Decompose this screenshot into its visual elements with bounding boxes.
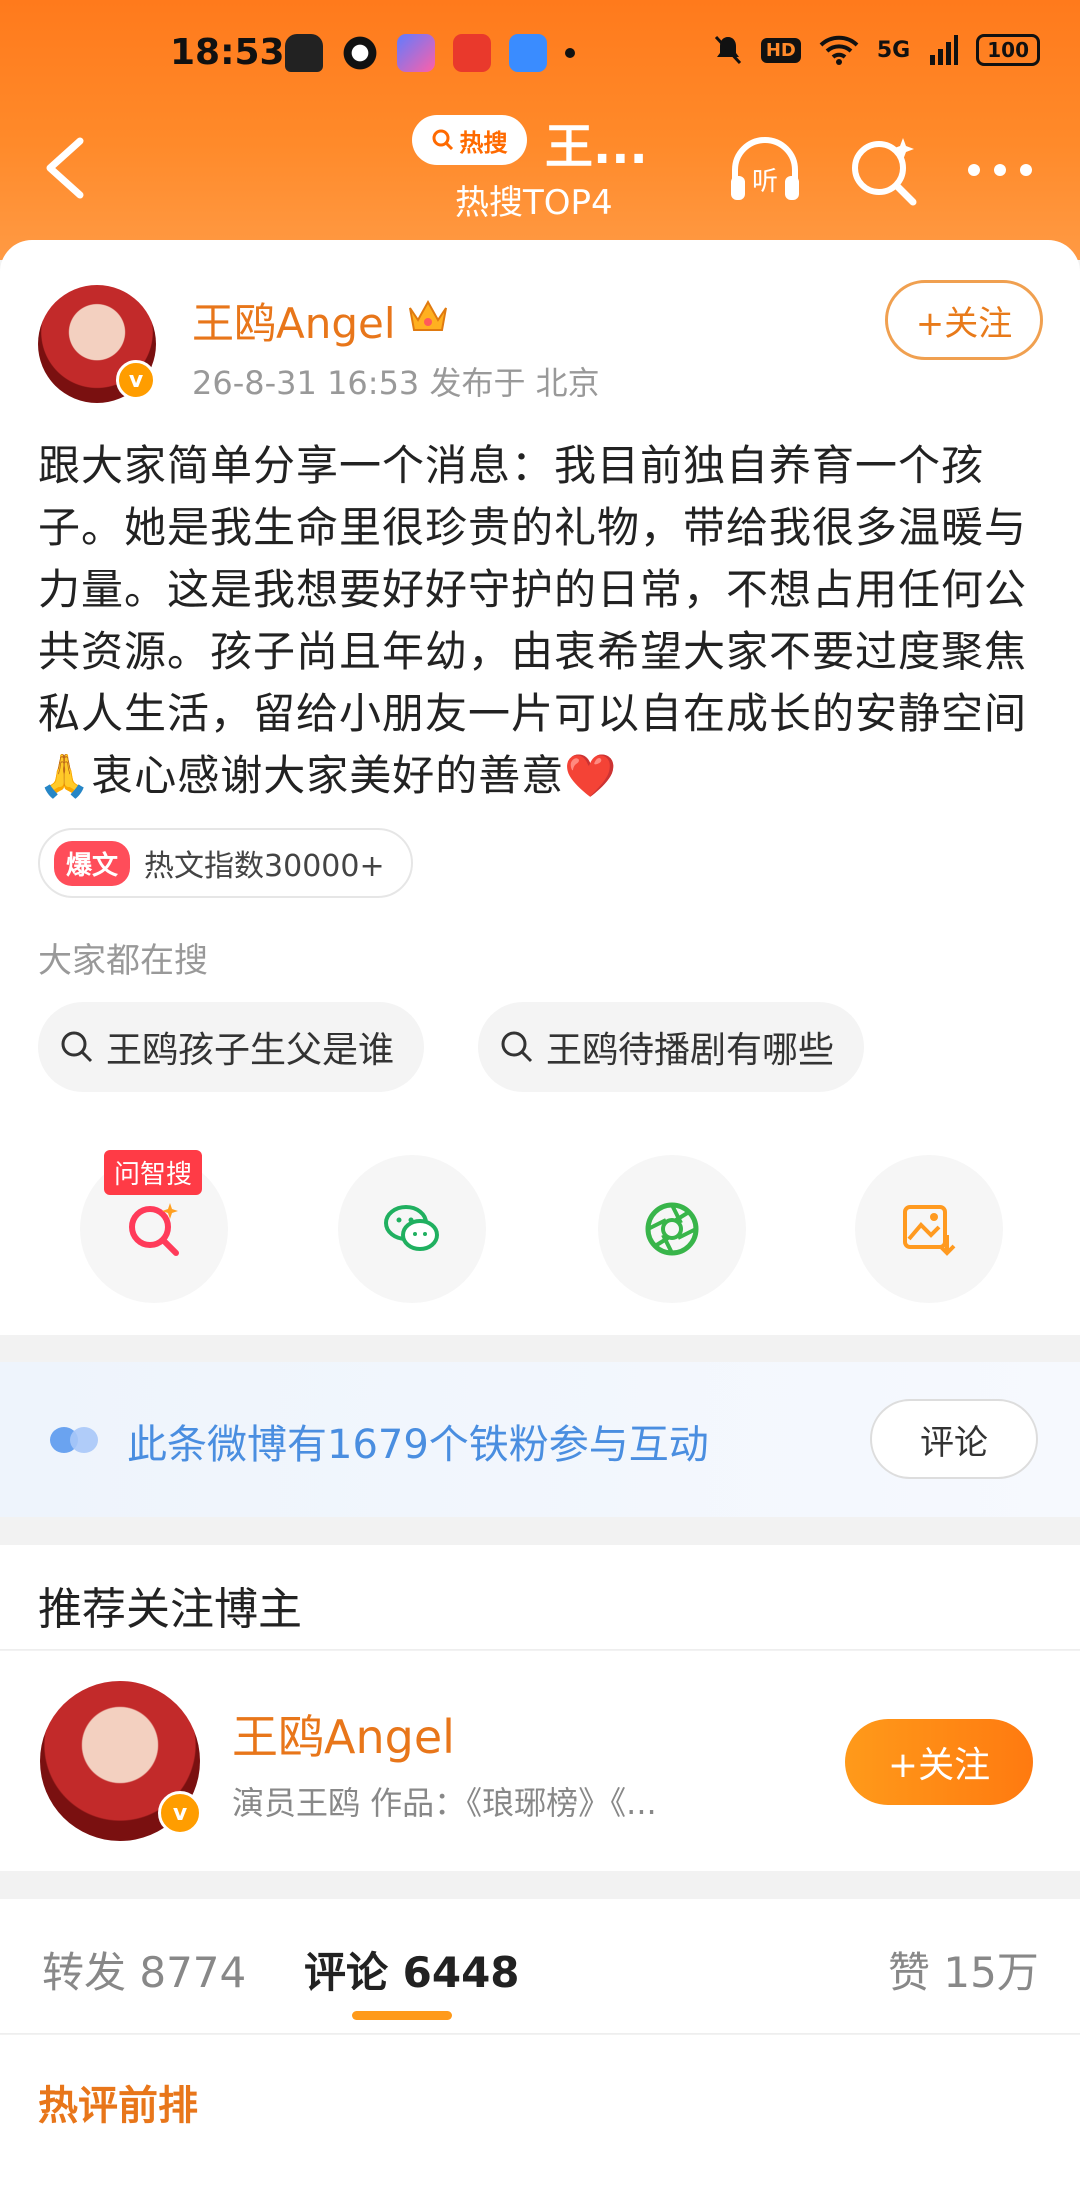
notification-icons: [285, 34, 575, 72]
recommend-title: 推荐关注博主: [38, 1584, 302, 1635]
recommend-card[interactable]: v 王鸥Angel 演员王鸥 作品：《琅琊榜》《... +关注: [0, 1651, 1080, 1871]
post-card: v 王鸥Angel 26-8-31 16:53 发布于 北京 +关注 跟大家简单…: [0, 240, 1080, 1335]
follow-button[interactable]: +关注: [845, 1719, 1033, 1805]
ai-search-icon[interactable]: [845, 130, 925, 210]
post-content: 跟大家简单分享一个消息：我目前独自养育一个孩子。她是我生命里很珍贵的礼物，带给我…: [38, 441, 1028, 800]
search-chip[interactable]: 王鸥孩子生父是谁: [38, 1002, 425, 1092]
author-name[interactable]: 王鸥Angel: [192, 290, 396, 351]
hot-article-badge: 爆文: [54, 840, 131, 886]
heat-index[interactable]: 爆文 热文指数30000+: [38, 828, 413, 898]
fans-interaction-text[interactable]: 此条微博有1679个铁粉参与互动: [127, 1412, 709, 1470]
fans-icon: [50, 1427, 98, 1453]
weibo-icon: [341, 34, 379, 72]
search-icon: [61, 1031, 93, 1063]
active-tab-indicator: [352, 2011, 452, 2020]
hot-search-label: 热搜: [459, 128, 508, 157]
app-red-icon: [453, 34, 491, 72]
crown-icon: [409, 299, 447, 331]
status-right: HD 5G 100: [713, 34, 1040, 66]
ask-ai-badge: 问智搜: [104, 1150, 203, 1195]
tab-likes[interactable]: 赞 15万: [888, 1939, 1039, 2000]
save-image-icon: [903, 1205, 956, 1256]
search-chip-label: 王鸥待播剧有哪些: [546, 1030, 835, 1071]
search-icon: [501, 1031, 533, 1063]
robot-icon: [285, 34, 323, 72]
more-icon[interactable]: [960, 130, 1040, 210]
post-meta: 26-8-31 16:53 发布于 北京: [192, 364, 600, 402]
ai-search-icon: [129, 1203, 179, 1256]
topic-rank: 热搜TOP4: [455, 183, 613, 223]
listen-label: 听: [752, 167, 778, 197]
more-dot-icon: [565, 48, 575, 58]
hot-search-tag[interactable]: 热搜: [412, 115, 527, 165]
back-arrow-icon[interactable]: [38, 133, 98, 203]
wifi-icon: [819, 35, 859, 65]
network-label: 5G: [876, 37, 911, 63]
search-chip-label: 王鸥孩子生父是谁: [106, 1030, 395, 1071]
app-blue-icon: [509, 34, 547, 72]
recommend-header: 推荐关注博主: [0, 1545, 1080, 1650]
recommend-desc: 演员王鸥 作品：《琅琊榜》《...: [232, 1784, 657, 1822]
search-chip[interactable]: 王鸥待播剧有哪些: [478, 1002, 865, 1092]
wechat-icon: [384, 1205, 439, 1251]
top-header: 18:53 HD 5G 100 热搜 王... 热搜TOP4 听: [0, 0, 1080, 260]
comment-button[interactable]: 评论: [870, 1399, 1038, 1479]
hot-comments-section: 热评前排: [0, 2035, 1080, 2187]
signal-icon: [930, 35, 959, 65]
fans-interaction-bar: 此条微博有1679个铁粉参与互动 评论: [0, 1362, 1080, 1517]
hd-icon: HD: [760, 37, 801, 63]
app-star-icon: [397, 34, 435, 72]
interaction-tabs: 转发 8774 评论 6448 赞 15万: [0, 1899, 1080, 2034]
tab-comments[interactable]: 评论 6448: [304, 1939, 520, 2000]
status-bar: 18:53 HD 5G 100: [0, 30, 1080, 80]
search-section-title: 大家都在搜: [38, 941, 208, 981]
save-image-button[interactable]: [855, 1155, 1003, 1303]
status-time: 18:53: [170, 32, 285, 73]
hot-comments-title: 热评前排: [38, 2083, 198, 2129]
search-icon: [432, 129, 453, 151]
nav-bar: 热搜 王... 热搜TOP4 听: [0, 95, 1080, 245]
verified-badge-icon: v: [116, 360, 156, 400]
tab-repost[interactable]: 转发 8774: [42, 1939, 246, 2000]
mute-icon: [714, 35, 741, 65]
moments-icon: [645, 1202, 699, 1256]
verified-badge-icon: v: [158, 1791, 202, 1835]
topic-title[interactable]: 王...: [545, 107, 648, 177]
wechat-share-button[interactable]: [338, 1155, 486, 1303]
heat-index-text: 热文指数30000+: [144, 849, 385, 884]
follow-button[interactable]: +关注: [885, 280, 1043, 360]
listen-headphones-icon[interactable]: 听: [725, 130, 805, 210]
battery-icon: 100: [976, 34, 1040, 66]
recommend-name[interactable]: 王鸥Angel: [232, 1701, 455, 1767]
moments-share-button[interactable]: [598, 1155, 746, 1303]
